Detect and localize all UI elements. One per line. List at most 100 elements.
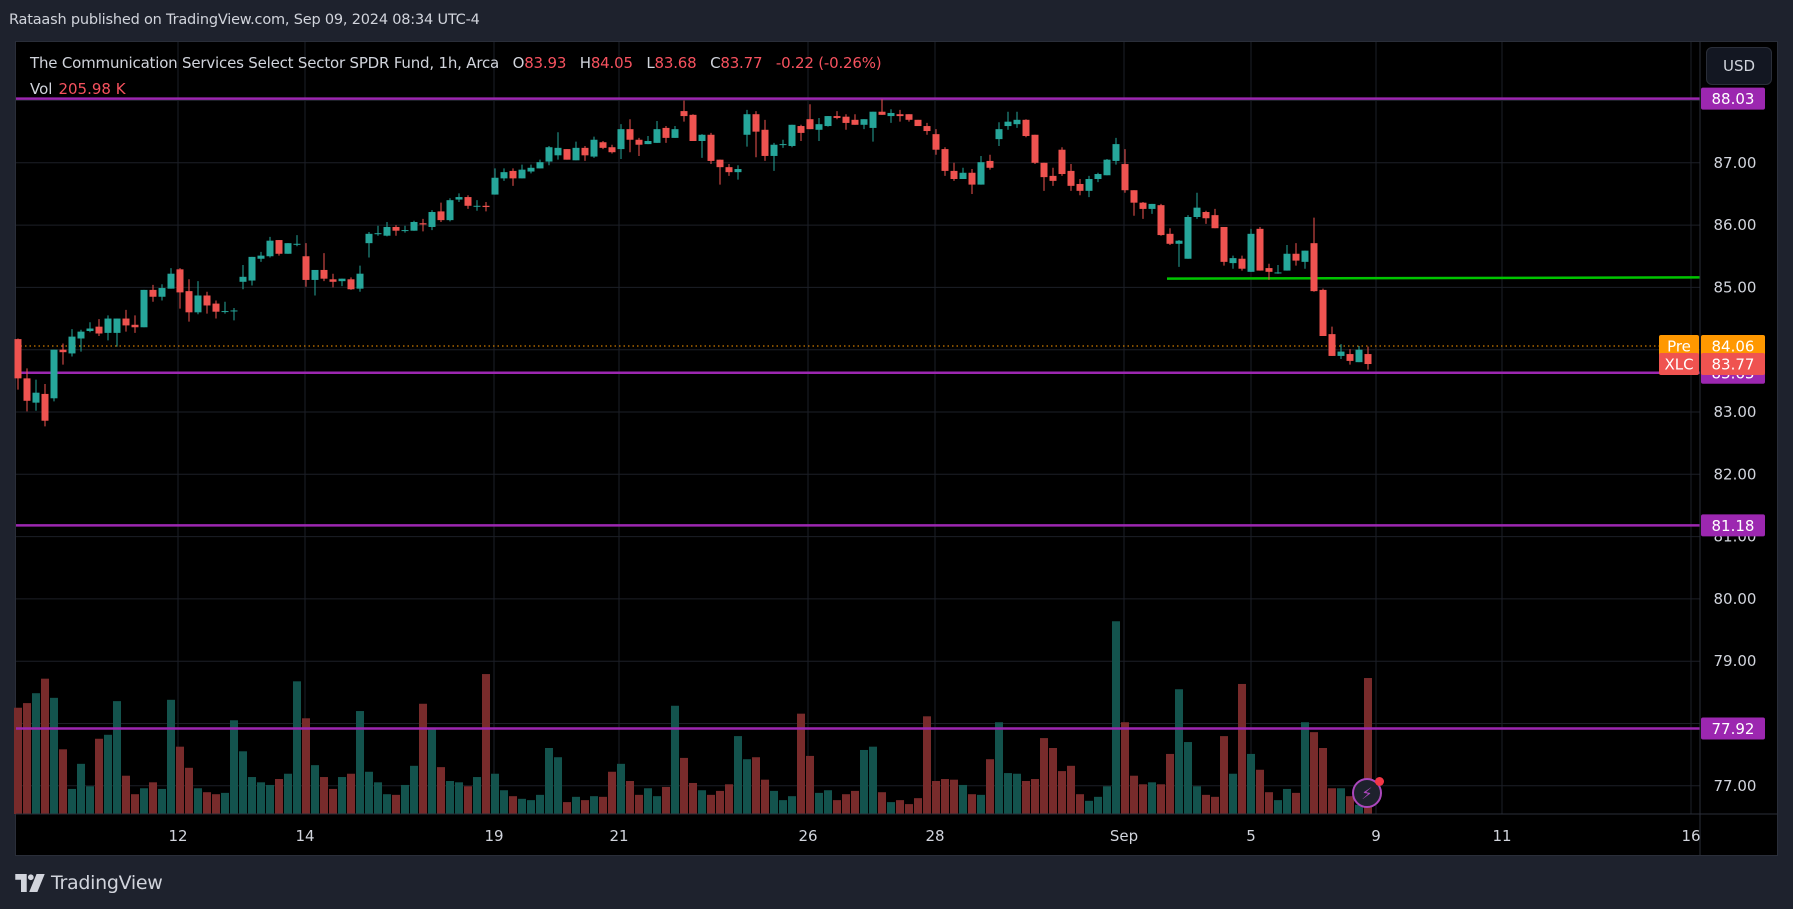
candle-body bbox=[1148, 203, 1156, 209]
candle-body bbox=[401, 230, 409, 232]
candle-body bbox=[590, 139, 598, 157]
volume-bar bbox=[122, 775, 130, 814]
candle-body bbox=[1292, 253, 1300, 261]
volume-bar bbox=[1274, 800, 1282, 814]
volume-bar bbox=[185, 767, 193, 814]
volume-bar bbox=[329, 788, 337, 814]
volume-bar bbox=[932, 780, 940, 814]
price-chart[interactable]: 88.0087.0086.0085.0084.0083.0082.0081.00… bbox=[0, 0, 1793, 909]
volume-bar bbox=[239, 751, 247, 814]
candle-body bbox=[887, 112, 895, 117]
candle-body bbox=[158, 288, 166, 297]
volume-bar bbox=[392, 794, 400, 814]
volume-bar bbox=[356, 711, 364, 814]
volume-bar bbox=[266, 784, 274, 814]
candle-body bbox=[608, 147, 616, 153]
candle-body bbox=[977, 162, 985, 185]
notification-dot bbox=[1375, 777, 1384, 786]
volume-bars bbox=[14, 621, 1372, 814]
candle-body bbox=[1130, 190, 1138, 203]
candle-body bbox=[1166, 233, 1174, 244]
volume-bar bbox=[905, 804, 913, 814]
candle-body bbox=[761, 129, 769, 156]
volume-bar bbox=[131, 794, 139, 814]
candle-body bbox=[464, 197, 472, 206]
candle-body bbox=[482, 205, 490, 208]
volume-bar bbox=[806, 755, 814, 814]
time-tick-label: 26 bbox=[798, 827, 817, 845]
volume-bar bbox=[545, 747, 553, 814]
candle-body bbox=[518, 169, 526, 179]
candle-body bbox=[302, 256, 310, 280]
candle-body bbox=[716, 159, 724, 168]
candle-body bbox=[167, 273, 175, 289]
lightning-bolt-icon[interactable]: ⚡ bbox=[1352, 777, 1384, 808]
volume-bar bbox=[887, 802, 895, 814]
volume-bar bbox=[203, 792, 211, 814]
candle-body bbox=[1031, 134, 1039, 163]
candle-body bbox=[50, 349, 58, 399]
low-value: 83.68 bbox=[654, 54, 697, 72]
volume-bar bbox=[563, 802, 571, 814]
volume-bar bbox=[707, 794, 715, 814]
volume-bar bbox=[815, 792, 823, 814]
volume-bar bbox=[68, 788, 76, 814]
candle-body bbox=[842, 116, 850, 123]
candle-body bbox=[851, 119, 859, 125]
volume-bar bbox=[230, 720, 238, 814]
horizontal-levels bbox=[16, 97, 1701, 730]
volume-bar bbox=[320, 777, 328, 814]
volume-bar bbox=[824, 790, 832, 814]
volume-bar bbox=[482, 674, 490, 814]
open-value: 83.93 bbox=[524, 54, 567, 72]
candle-body bbox=[1265, 268, 1273, 272]
candle-body bbox=[725, 167, 733, 173]
candle-body bbox=[626, 129, 634, 140]
candle-body bbox=[491, 177, 499, 195]
candle-body bbox=[1247, 233, 1255, 272]
candle-body bbox=[896, 114, 904, 117]
low-label: L bbox=[646, 54, 655, 72]
price-tick-label: 86.00 bbox=[1714, 216, 1757, 234]
candle-body bbox=[446, 200, 454, 221]
volume-bar bbox=[977, 794, 985, 814]
volume-bar bbox=[986, 759, 994, 814]
volume-bar bbox=[788, 796, 796, 814]
candle-body bbox=[950, 170, 958, 179]
candle-body bbox=[995, 129, 1003, 140]
volume-bar bbox=[347, 773, 355, 814]
candle-body bbox=[545, 147, 553, 162]
volume-bar bbox=[32, 693, 40, 814]
logo-text: TradingView bbox=[51, 872, 163, 894]
volume-bar bbox=[365, 771, 373, 814]
grid-lines bbox=[16, 42, 1700, 814]
candle-body bbox=[878, 111, 886, 115]
currency-button[interactable]: USD bbox=[1706, 47, 1772, 85]
candle-body bbox=[257, 255, 265, 259]
candle-body bbox=[635, 139, 643, 145]
volume-bar bbox=[860, 749, 868, 814]
volume-bar bbox=[86, 786, 94, 814]
candle-body bbox=[1220, 226, 1228, 262]
volume-bar bbox=[311, 765, 319, 814]
candle-body bbox=[1058, 149, 1066, 175]
candle-body bbox=[59, 349, 67, 353]
volume-bar bbox=[608, 771, 616, 814]
candle-body bbox=[293, 243, 301, 245]
candle-body bbox=[356, 273, 364, 289]
volume-bar bbox=[104, 734, 112, 814]
volume-bar bbox=[617, 763, 625, 814]
candle-body bbox=[563, 149, 571, 160]
volume-bar bbox=[95, 738, 103, 814]
volume-bar bbox=[662, 786, 670, 814]
candle-body bbox=[32, 392, 40, 403]
volume-bar bbox=[428, 728, 436, 814]
candle-body bbox=[923, 126, 931, 132]
volume-bar bbox=[1337, 788, 1345, 814]
time-tick-label: 21 bbox=[609, 827, 628, 845]
time-tick-label: 9 bbox=[1371, 827, 1381, 845]
volume-bar bbox=[1238, 683, 1246, 814]
candles bbox=[14, 99, 1372, 427]
candle-body bbox=[1175, 240, 1183, 244]
candle-body bbox=[1013, 119, 1021, 125]
